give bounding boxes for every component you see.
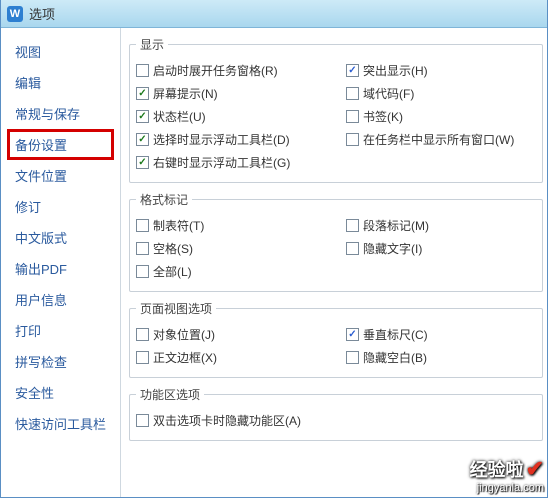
sidebar-item-user-info[interactable]: 用户信息 (7, 284, 114, 315)
checkbox-icon (136, 87, 149, 100)
dialog-body: 视图 编辑 常规与保存 备份设置 文件位置 修订 中文版式 输出PDF 用户信息… (1, 28, 547, 497)
sidebar-item-file-location[interactable]: 文件位置 (7, 160, 114, 191)
checkbox-icon (346, 133, 359, 146)
sidebar-item-general-save[interactable]: 常规与保存 (7, 98, 114, 129)
sidebar-item-print[interactable]: 打印 (7, 315, 114, 346)
sidebar-item-spellcheck[interactable]: 拼写检查 (7, 346, 114, 377)
group-display-title: 显示 (136, 36, 168, 53)
group-format-title: 格式标记 (136, 191, 192, 208)
check-spaces[interactable]: 空格(S) (136, 240, 346, 257)
check-dblclick-hide-ribbon[interactable]: 双击选项卡时隐藏功能区(A) (136, 412, 536, 429)
sidebar-item-view[interactable]: 视图 (7, 36, 114, 67)
group-pageview-title: 页面视图选项 (136, 300, 216, 317)
check-field-codes[interactable]: 域代码(F) (346, 85, 516, 102)
check-status-bar[interactable]: 状态栏(U) (136, 108, 346, 125)
sidebar-item-edit[interactable]: 编辑 (7, 67, 114, 98)
check-all[interactable]: 全部(L) (136, 263, 346, 280)
checkbox-icon (346, 64, 359, 77)
checkbox-icon (136, 133, 149, 146)
check-tabs[interactable]: 制表符(T) (136, 217, 346, 234)
check-screen-tips[interactable]: 屏幕提示(N) (136, 85, 346, 102)
checkbox-icon (136, 219, 149, 232)
checkbox-icon (346, 219, 359, 232)
check-hide-blank[interactable]: 隐藏空白(B) (346, 349, 516, 366)
group-display: 显示 启动时展开任务窗格(R) 突出显示(H) 屏幕提示(N) 域代码(F) 状… (129, 36, 543, 183)
check-float-toolbar-select[interactable]: 选择时显示浮动工具栏(D) (136, 131, 346, 148)
check-paragraph-marks[interactable]: 段落标记(M) (346, 217, 516, 234)
content-pane: 显示 启动时展开任务窗格(R) 突出显示(H) 屏幕提示(N) 域代码(F) 状… (121, 28, 547, 497)
check-text-boundaries[interactable]: 正文边框(X) (136, 349, 346, 366)
checkbox-icon (346, 328, 359, 341)
sidebar-item-revision[interactable]: 修订 (7, 191, 114, 222)
options-window: W 选项 视图 编辑 常规与保存 备份设置 文件位置 修订 中文版式 输出PDF… (0, 0, 548, 498)
checkbox-icon (346, 242, 359, 255)
sidebar-item-quick-access[interactable]: 快速访问工具栏 (7, 408, 114, 439)
checkbox-icon (136, 156, 149, 169)
checkbox-icon (136, 265, 149, 278)
checkbox-icon (136, 351, 149, 364)
checkbox-icon (136, 242, 149, 255)
sidebar: 视图 编辑 常规与保存 备份设置 文件位置 修订 中文版式 输出PDF 用户信息… (1, 28, 121, 497)
group-ribbon: 功能区选项 双击选项卡时隐藏功能区(A) (129, 386, 543, 441)
checkbox-icon (346, 87, 359, 100)
checkbox-icon (346, 110, 359, 123)
check-object-position[interactable]: 对象位置(J) (136, 326, 346, 343)
checkbox-icon (136, 110, 149, 123)
titlebar[interactable]: W 选项 (1, 0, 547, 28)
check-hidden-text[interactable]: 隐藏文字(I) (346, 240, 516, 257)
window-title: 选项 (29, 4, 55, 23)
checkbox-icon (136, 414, 149, 427)
sidebar-item-security[interactable]: 安全性 (7, 377, 114, 408)
check-highlight[interactable]: 突出显示(H) (346, 62, 516, 79)
group-format-marks: 格式标记 制表符(T) 段落标记(M) 空格(S) 隐藏文字(I) 全部(L) (129, 191, 543, 292)
group-ribbon-title: 功能区选项 (136, 386, 204, 403)
sidebar-item-export-pdf[interactable]: 输出PDF (7, 253, 114, 284)
check-startup-taskpane[interactable]: 启动时展开任务窗格(R) (136, 62, 346, 79)
sidebar-item-backup-settings[interactable]: 备份设置 (7, 129, 114, 160)
check-vertical-ruler[interactable]: 垂直标尺(C) (346, 326, 516, 343)
check-float-toolbar-rightclick[interactable]: 右键时显示浮动工具栏(G) (136, 154, 346, 171)
check-taskbar-windows[interactable]: 在任务栏中显示所有窗口(W) (346, 131, 516, 148)
sidebar-item-chinese-layout[interactable]: 中文版式 (7, 222, 114, 253)
group-page-view: 页面视图选项 对象位置(J) 垂直标尺(C) 正文边框(X) 隐藏空白(B) (129, 300, 543, 378)
checkbox-icon (136, 328, 149, 341)
checkbox-icon (346, 351, 359, 364)
app-icon: W (7, 6, 23, 22)
check-bookmarks[interactable]: 书签(K) (346, 108, 516, 125)
checkbox-icon (136, 64, 149, 77)
